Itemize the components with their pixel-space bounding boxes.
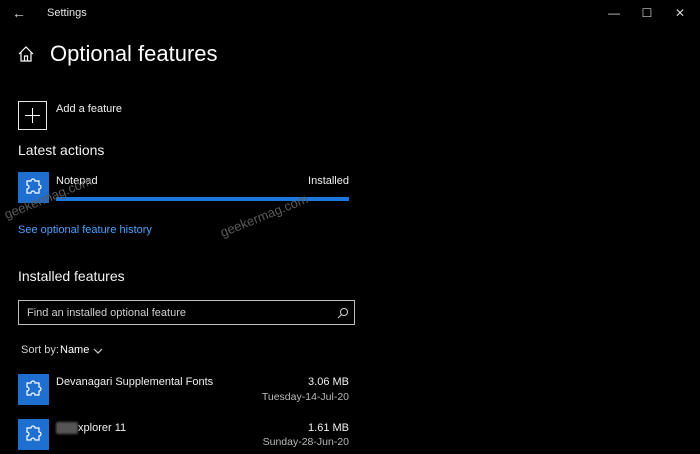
feature-name[interactable]: Interxplorer 11 — [56, 422, 126, 434]
feature-icon[interactable] — [18, 419, 49, 450]
redacted-text: Inter — [56, 422, 79, 434]
feature-date: Sunday-28-Jun-20 — [262, 436, 349, 448]
home-icon[interactable] — [17, 45, 35, 63]
installed-features-heading: Installed features — [18, 268, 125, 284]
feature-name[interactable]: Devanagari Supplemental Fonts — [56, 376, 213, 388]
search-icon[interactable] — [337, 306, 349, 319]
page-title: Optional features — [50, 41, 218, 66]
latest-action-status: Installed — [308, 175, 349, 187]
add-feature-button[interactable] — [18, 101, 47, 130]
window-title: Settings — [47, 7, 87, 19]
search-input[interactable]: Find an installed optional feature — [27, 307, 186, 319]
feature-history-link[interactable]: See optional feature history — [18, 224, 152, 236]
feature-size: 3.06 MB — [308, 376, 349, 388]
minimize-button[interactable]: — — [604, 5, 624, 21]
chevron-down-icon[interactable] — [92, 344, 104, 356]
feature-icon[interactable] — [18, 374, 49, 405]
back-arrow-icon[interactable]: ← — [10, 4, 28, 22]
add-feature-label[interactable]: Add a feature — [56, 103, 122, 115]
close-button[interactable]: ✕ — [670, 5, 690, 21]
feature-size: 1.61 MB — [308, 422, 349, 434]
latest-actions-heading: Latest actions — [18, 142, 105, 158]
sort-by-dropdown[interactable]: Name — [60, 344, 89, 356]
sort-by-label: Sort by: — [21, 344, 59, 356]
feature-date: Tuesday-14-Jul-20 — [261, 391, 349, 403]
maximize-button[interactable]: ☐ — [637, 5, 657, 21]
feature-name-tail: xplorer 11 — [78, 422, 127, 434]
